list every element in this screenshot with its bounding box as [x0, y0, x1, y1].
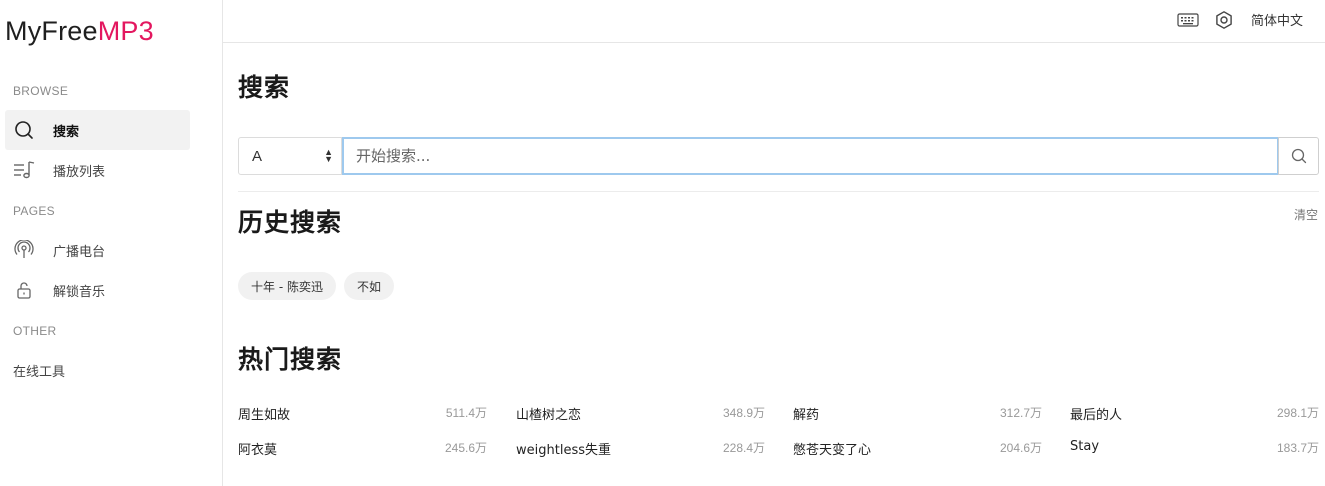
radio-icon	[13, 239, 35, 261]
hot-item[interactable]: weightless失重 228.4万	[516, 439, 765, 474]
search-bar: A ▲ ▼	[238, 137, 1319, 175]
history-chip[interactable]: 十年 - 陈奕迅	[238, 272, 336, 300]
hot-item-count: 348.9万	[722, 406, 765, 420]
hot-item[interactable]: Stay 183.7万	[1070, 439, 1319, 474]
hot-item-title: 阿衣莫	[238, 443, 278, 458]
hot-item-title: weightless失重	[516, 443, 611, 458]
sidebar-item-unlock[interactable]: 解锁音乐	[5, 270, 190, 310]
clear-history-button[interactable]: 清空	[1294, 206, 1318, 223]
hot-column: 山楂树之恋 348.9万 weightless失重 228.4万	[516, 404, 765, 474]
select-caret-icon: ▲ ▼	[324, 147, 333, 164]
hot-column: 最后的人 298.1万 Stay 183.7万	[1070, 404, 1319, 474]
search-button[interactable]	[1278, 137, 1319, 175]
hot-item-title: 最后的人	[1070, 408, 1123, 423]
hot-item-title: Stay	[1070, 439, 1100, 454]
sidebar-item-online-tools[interactable]: 在线工具	[13, 361, 65, 380]
section-label-other: OTHER	[13, 324, 57, 338]
sidebar: MyFreeMP3 BROWSE 搜索 播放列表 PAGES 广播电台 解锁音乐…	[0, 0, 223, 486]
search-input[interactable]	[342, 137, 1279, 175]
logo-accent-text: MP3	[97, 16, 154, 46]
source-select[interactable]: A ▲ ▼	[238, 137, 342, 175]
sidebar-item-label: 广播电台	[53, 244, 106, 260]
hot-item-count: 228.4万	[722, 441, 765, 455]
hot-item-title: 周生如故	[238, 408, 291, 423]
settings-icon[interactable]	[1213, 9, 1235, 31]
hot-item[interactable]: 解药 312.7万	[793, 404, 1042, 439]
keyboard-icon[interactable]	[1177, 9, 1199, 31]
hot-item-count: 204.6万	[999, 441, 1042, 455]
section-label-browse: BROWSE	[13, 84, 69, 98]
hot-title: 热门搜索	[238, 345, 343, 374]
top-bar: 简体中文	[223, 0, 1325, 43]
hot-item[interactable]: 阿衣莫 245.6万	[238, 439, 487, 474]
hot-item-count: 183.7万	[1276, 441, 1319, 455]
hot-item[interactable]: 周生如故 511.4万	[238, 404, 487, 439]
sidebar-item-playlist[interactable]: 播放列表	[5, 150, 190, 190]
divider	[238, 191, 1319, 192]
search-icon	[1291, 148, 1306, 164]
hot-item-title: 山楂树之恋	[516, 408, 582, 423]
history-title: 历史搜索	[238, 208, 343, 237]
hot-item-count: 245.6万	[444, 441, 487, 455]
hot-item-count: 511.4万	[445, 406, 487, 420]
hot-item[interactable]: 山楂树之恋 348.9万	[516, 404, 765, 439]
hot-item[interactable]: 最后的人 298.1万	[1070, 404, 1319, 439]
sidebar-item-radio[interactable]: 广播电台	[5, 230, 190, 270]
hot-item-title: 解药	[793, 408, 820, 423]
playlist-icon	[13, 159, 35, 181]
hot-item-count: 312.7万	[999, 406, 1042, 420]
history-chip[interactable]: 不如	[344, 272, 395, 300]
app-logo[interactable]: MyFreeMP3	[5, 16, 154, 47]
sidebar-item-label: 播放列表	[53, 164, 106, 180]
hot-item-title: 憋苍天变了心	[793, 443, 872, 458]
hot-item[interactable]: 憋苍天变了心 204.6万	[793, 439, 1042, 474]
page-title: 搜索	[238, 73, 291, 102]
hot-column: 解药 312.7万 憋苍天变了心 204.6万	[793, 404, 1042, 474]
hot-item-count: 298.1万	[1276, 406, 1319, 420]
language-selector[interactable]: 简体中文	[1251, 10, 1303, 29]
search-icon	[13, 119, 35, 141]
section-label-pages: PAGES	[13, 204, 55, 218]
sidebar-item-label: 搜索	[53, 124, 80, 140]
sidebar-item-search[interactable]: 搜索	[5, 110, 190, 150]
unlock-icon	[13, 279, 35, 301]
source-select-value: A	[252, 147, 263, 165]
hot-column: 周生如故 511.4万 阿衣莫 245.6万	[238, 404, 487, 474]
logo-text: MyFree	[5, 16, 98, 46]
sidebar-item-label: 解锁音乐	[53, 284, 106, 300]
